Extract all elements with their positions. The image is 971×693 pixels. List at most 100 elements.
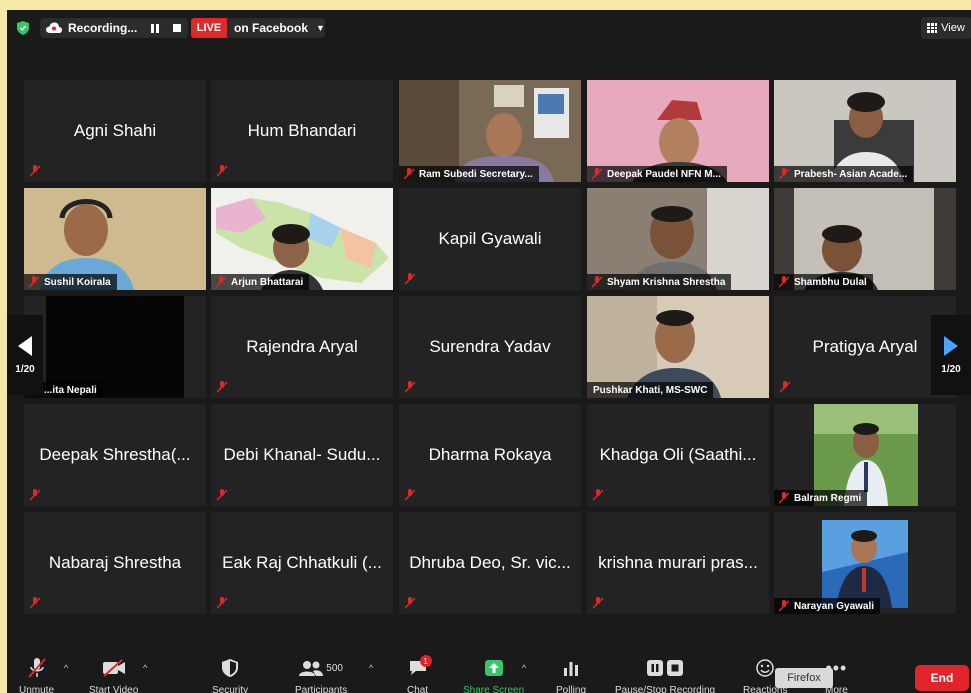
participant-tile[interactable]: Deepak Shrestha(... [24, 404, 206, 506]
muted-mic-icon [30, 489, 40, 501]
participant-tile[interactable]: Pratigya Aryal [774, 296, 956, 398]
participant-label: Arjun Bhattarai [211, 274, 310, 290]
participants-button[interactable]: 500 Participants [295, 657, 347, 693]
muted-mic-icon [405, 489, 415, 501]
recording-indicator: Recording... [40, 18, 188, 38]
participant-tile[interactable]: Hum Bhandari [211, 80, 393, 182]
participant-video-tile[interactable]: Prabesh- Asian Acade... [774, 80, 956, 182]
chat-button[interactable]: 1 Chat [407, 655, 432, 693]
chevron-down-icon: ▼ [316, 23, 325, 33]
participant-video-tile[interactable]: Shambhu Dulal [774, 188, 956, 290]
muted-mic-icon [593, 597, 603, 609]
muted-mic-icon [780, 381, 790, 393]
participant-name: Nabaraj Shrestha [48, 553, 182, 572]
participant-video-tile[interactable]: Narayan Gyawali [774, 512, 956, 614]
participant-tile[interactable]: Eak Raj Chhatkuli (... [211, 512, 393, 614]
participant-tile[interactable]: Dharma Rokaya [399, 404, 581, 506]
top-bar: Recording... LIVE on Facebook ▼ View [7, 10, 971, 46]
participant-video-tile[interactable]: Arjun Bhattarai [211, 188, 393, 290]
participant-name: Eak Raj Chhatkuli (... [222, 553, 382, 572]
livestream-target: on Facebook [234, 21, 309, 35]
muted-mic-icon [779, 600, 789, 612]
arrow-right-icon [944, 335, 958, 356]
smiley-icon [756, 659, 774, 677]
participant-tile[interactable]: Surendra Yadav [399, 296, 581, 398]
app-tooltip: Firefox [775, 668, 833, 688]
participant-video-tile[interactable]: Balram Regmi [774, 404, 956, 506]
participant-video-tile[interactable]: Sushil Koirala [24, 188, 206, 290]
participant-name: Prabesh- Asian Acade... [794, 168, 908, 180]
participant-tile[interactable]: Rajendra Aryal [211, 296, 393, 398]
participant-tile[interactable]: Agni Shahi [24, 80, 206, 182]
next-page-button[interactable]: 1/20 [931, 315, 971, 395]
polling-button[interactable]: Polling [556, 657, 586, 693]
start-video-label: Start Video [89, 685, 139, 693]
participant-name: Surendra Yadav [429, 337, 551, 356]
video-options-chevron-icon[interactable]: ^ [143, 663, 147, 673]
participant-name: Rajendra Aryal [246, 337, 358, 356]
participant-name: Dhruba Deo, Sr. vic... [409, 553, 571, 572]
participants-label: Participants [295, 685, 348, 693]
view-label: View [941, 22, 965, 34]
participant-label: Narayan Gyawali [774, 598, 881, 614]
pause-icon [647, 660, 664, 676]
participant-tile[interactable]: Nabaraj Shrestha [24, 512, 206, 614]
muted-mic-icon [405, 381, 415, 393]
pause-stop-recording-button[interactable]: Pause/Stop Recording [615, 657, 715, 693]
chat-badge: 1 [419, 655, 432, 667]
participant-tile[interactable]: krishna murari pras... [587, 512, 769, 614]
microphone-muted-icon [27, 658, 46, 678]
pause-recording-icon[interactable] [151, 23, 160, 33]
participant-label: Sushil Koirala [24, 274, 117, 290]
participant-tile[interactable]: Debi Khanal- Sudu... [211, 404, 393, 506]
participant-video-tile[interactable]: Shyam Krishna Shrestha [587, 188, 769, 290]
live-badge: LIVE [191, 18, 227, 38]
stop-icon [667, 660, 684, 676]
muted-mic-icon [592, 168, 602, 180]
muted-mic-icon [29, 276, 39, 288]
muted-mic-icon [30, 597, 40, 609]
participant-video-tile[interactable]: Ram Subedi Secretary... [399, 80, 581, 182]
previous-page-button[interactable]: 1/20 [7, 315, 43, 395]
end-meeting-button[interactable]: End [915, 665, 969, 691]
share-screen-label: Share Screen [463, 685, 525, 693]
share-screen-icon [484, 660, 503, 676]
participant-name: Shambhu Dulal [794, 276, 867, 288]
participants-count: 500 [326, 662, 343, 674]
participant-name: Deepak Shrestha(... [39, 445, 191, 464]
participant-name: Pratigya Aryal [812, 337, 918, 356]
shield-icon [222, 659, 239, 677]
recording-label: Recording... [68, 21, 138, 35]
stop-recording-icon[interactable] [173, 24, 182, 32]
security-label: Security [212, 685, 249, 693]
muted-mic-icon [404, 168, 414, 180]
livestream-dropdown[interactable]: on Facebook ▼ [227, 18, 325, 38]
participant-video-tile[interactable]: ...ita Nepali [24, 296, 206, 398]
muted-mic-icon [405, 597, 415, 609]
participant-name: Shyam Krishna Shrestha [607, 276, 726, 288]
zoom-window: Recording... LIVE on Facebook ▼ View Agn… [7, 10, 971, 693]
participant-label: Shambhu Dulal [774, 274, 873, 290]
security-button[interactable]: Security [212, 657, 248, 693]
participant-name: Sushil Koirala [44, 276, 111, 288]
page-indicator-left: 1/20 [15, 363, 35, 375]
share-screen-button[interactable]: Share Screen [463, 657, 524, 693]
participant-tile[interactable]: Kapil Gyawali [399, 188, 581, 290]
participant-label: Pushkar Khati, MS-SWC [587, 382, 714, 398]
poll-icon [564, 662, 579, 676]
participant-video-tile[interactable]: Deepak Paudel NFN M... [587, 80, 769, 182]
view-button[interactable]: View [921, 17, 971, 39]
cloud-icon [46, 22, 62, 33]
participant-tile[interactable]: Khadga Oli (Saathi... [587, 404, 769, 506]
muted-mic-icon [405, 273, 415, 285]
active-speaker-tile[interactable]: Pushkar Khati, MS-SWC [587, 296, 769, 398]
audio-options-chevron-icon[interactable]: ^ [64, 663, 68, 673]
share-options-chevron-icon[interactable]: ^ [522, 663, 526, 673]
shield-icon[interactable] [17, 21, 29, 35]
participant-tile[interactable]: Dhruba Deo, Sr. vic... [399, 512, 581, 614]
participants-chevron-icon[interactable]: ^ [369, 663, 373, 673]
participant-name: Pushkar Khati, MS-SWC [593, 384, 708, 396]
participant-name: Deepak Paudel NFN M... [607, 168, 721, 180]
unmute-button[interactable]: Unmute [19, 657, 54, 693]
start-video-button[interactable]: Start Video [89, 657, 138, 693]
